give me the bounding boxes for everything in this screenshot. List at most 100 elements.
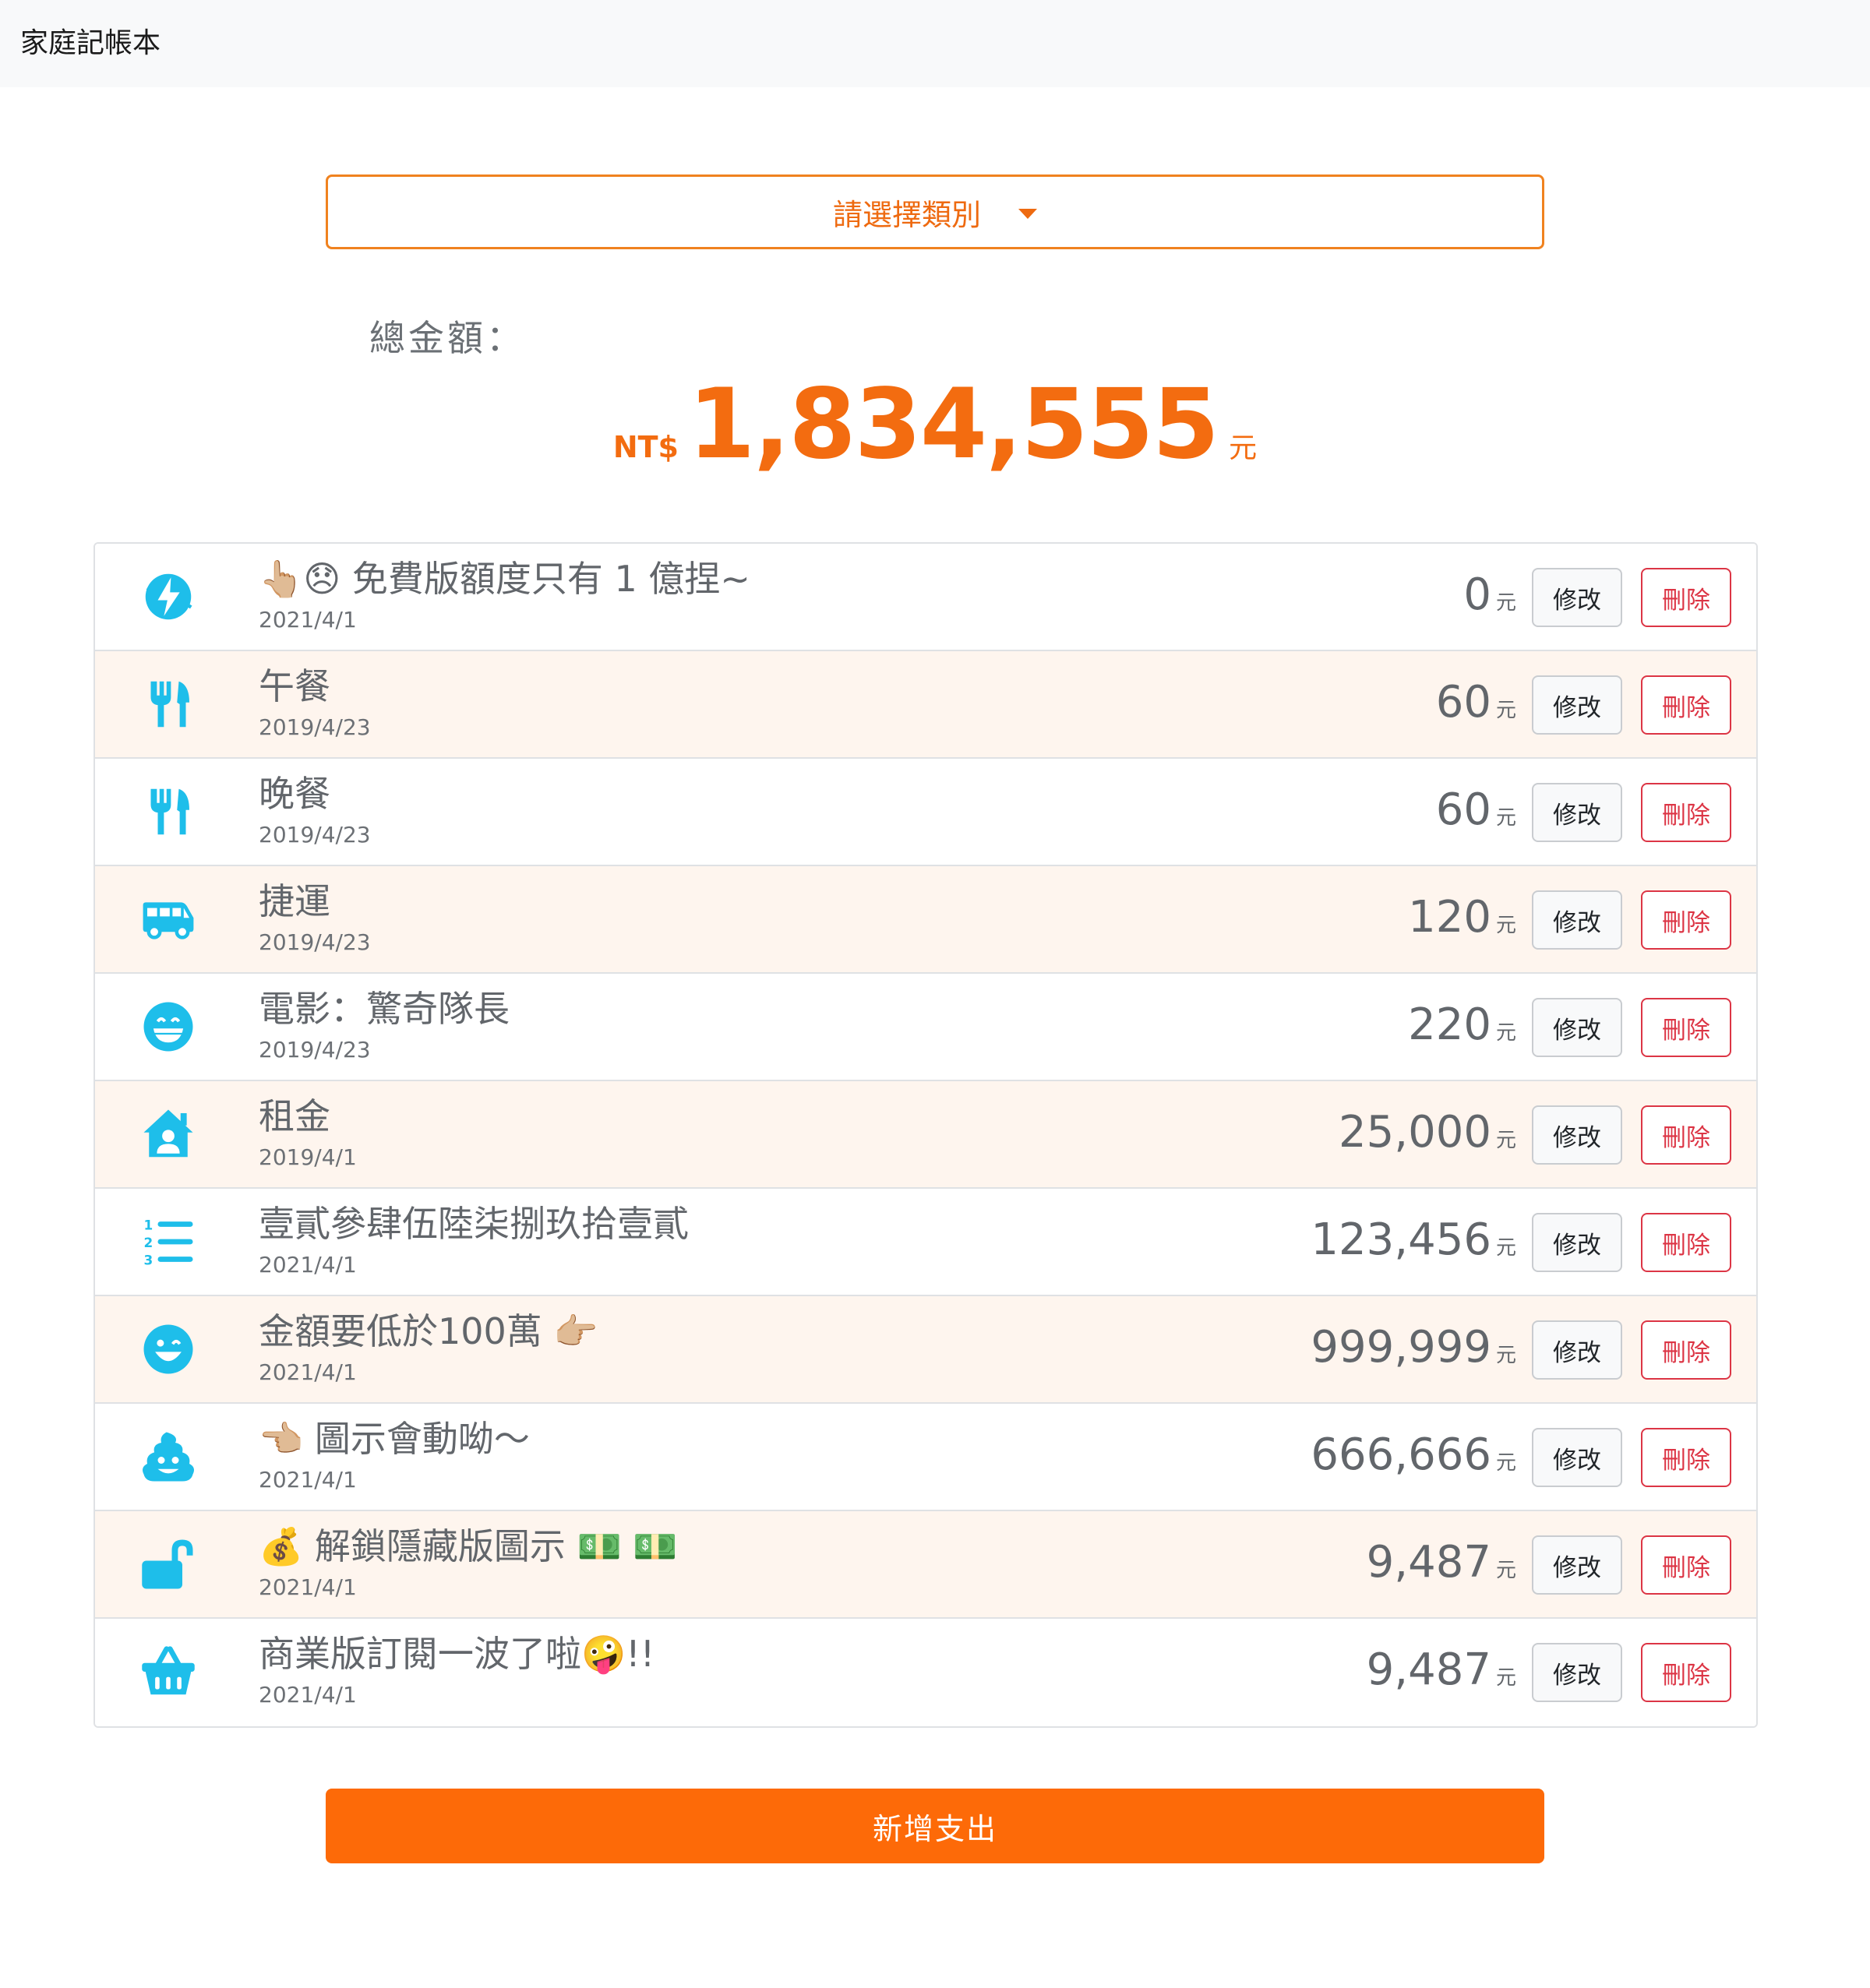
expense-date: 2019/4/23 bbox=[259, 714, 371, 740]
expense-row: 1 2 3 壹貳參肆伍陸柒捌玖拾壹貳 2021/4/1 123,456 元 修改 刪… bbox=[95, 1189, 1756, 1296]
expense-date: 2019/4/23 bbox=[259, 929, 371, 955]
edit-button[interactable]: 修改 bbox=[1532, 998, 1622, 1057]
smile-icon bbox=[139, 1320, 198, 1379]
expense-amount: 999,999 元 bbox=[1311, 1318, 1516, 1377]
delete-button[interactable]: 刪除 bbox=[1641, 1428, 1731, 1487]
expense-row: 👈🏼 圖示會動呦～ 2021/4/1 666,666 元 修改 刪除 bbox=[95, 1404, 1756, 1511]
expense-amount: 220 元 bbox=[1408, 996, 1516, 1055]
delete-button[interactable]: 刪除 bbox=[1641, 783, 1731, 842]
expense-title: 晚餐 bbox=[259, 773, 330, 815]
edit-button[interactable]: 修改 bbox=[1532, 1535, 1622, 1595]
expense-amount: 9,487 元 bbox=[1367, 1533, 1516, 1592]
expense-amount: 123,456 元 bbox=[1311, 1211, 1516, 1270]
edit-button[interactable]: 修改 bbox=[1532, 1428, 1622, 1487]
expense-amount-value: 9,487 bbox=[1366, 1537, 1491, 1588]
expense-date: 2021/4/1 bbox=[259, 1574, 357, 1600]
category-select[interactable]: 請選擇類別 bbox=[326, 174, 1544, 249]
expense-row: 晚餐 2019/4/23 60 元 修改 刪除 bbox=[95, 759, 1756, 866]
basket-icon bbox=[139, 1642, 198, 1701]
expense-amount: 666,666 元 bbox=[1311, 1426, 1516, 1485]
unlock-icon bbox=[139, 1535, 198, 1594]
svg-text:2: 2 bbox=[144, 1235, 153, 1250]
expense-title: 捷運 bbox=[259, 880, 330, 922]
expense-date: 2021/4/1 bbox=[259, 607, 357, 633]
expense-amount: 25,000 元 bbox=[1339, 1103, 1516, 1162]
expense-amount-unit: 元 bbox=[1495, 1666, 1516, 1690]
expense-row: 💰 解鎖隱藏版圖示 💵 💵 2021/4/1 9,487 元 修改 刪除 bbox=[95, 1511, 1756, 1619]
edit-button[interactable]: 修改 bbox=[1532, 890, 1622, 950]
bolt-icon bbox=[139, 567, 198, 626]
expense-row: 午餐 2019/4/23 60 元 修改 刪除 bbox=[95, 651, 1756, 759]
category-select-label: 請選擇類別 bbox=[832, 197, 981, 232]
total-currency: NT$ bbox=[612, 430, 679, 464]
expense-amount-unit: 元 bbox=[1495, 699, 1516, 722]
expense-title: 午餐 bbox=[259, 665, 330, 707]
add-expense-button[interactable]: 新增支出 bbox=[326, 1789, 1544, 1863]
expense-amount-unit: 元 bbox=[1495, 591, 1516, 615]
edit-button[interactable]: 修改 bbox=[1532, 1105, 1622, 1165]
expense-amount-unit: 元 bbox=[1495, 1559, 1516, 1582]
delete-button[interactable]: 刪除 bbox=[1641, 1213, 1731, 1272]
expense-amount-unit: 元 bbox=[1495, 914, 1516, 937]
expense-amount-unit: 元 bbox=[1495, 1021, 1516, 1045]
total-amount: NT$ 1,834,555 元 bbox=[0, 366, 1870, 483]
delete-button[interactable]: 刪除 bbox=[1641, 675, 1731, 735]
edit-button[interactable]: 修改 bbox=[1532, 568, 1622, 627]
expense-title: 👆🏼😞 免費版額度只有 1 億捏~ bbox=[259, 558, 750, 600]
expense-title: 金額要低於100萬 👉🏼 bbox=[259, 1310, 598, 1352]
edit-button[interactable]: 修改 bbox=[1532, 1643, 1622, 1702]
delete-button[interactable]: 刪除 bbox=[1641, 890, 1731, 950]
edit-button[interactable]: 修改 bbox=[1532, 675, 1622, 735]
expense-title: 👈🏼 圖示會動呦～ bbox=[259, 1418, 530, 1460]
caret-down-icon bbox=[1018, 208, 1037, 219]
delete-button[interactable]: 刪除 bbox=[1641, 1643, 1731, 1702]
expense-title: 💰 解鎖隱藏版圖示 💵 💵 bbox=[259, 1525, 678, 1567]
expense-amount-unit: 元 bbox=[1495, 1129, 1516, 1152]
expense-row: 金額要低於100萬 👉🏼 2021/4/1 999,999 元 修改 刪除 bbox=[95, 1296, 1756, 1404]
expense-row: 👆🏼😞 免費版額度只有 1 億捏~ 2021/4/1 0 元 修改 刪除 bbox=[95, 544, 1756, 651]
expense-row: 電影：驚奇隊長 2019/4/23 220 元 修改 刪除 bbox=[95, 974, 1756, 1081]
expense-title: 商業版訂閱一波了啦🤪!! bbox=[259, 1633, 655, 1675]
expense-date: 2019/4/1 bbox=[259, 1144, 357, 1170]
expense-title: 壹貳參肆伍陸柒捌玖拾壹貳 bbox=[259, 1203, 689, 1245]
expense-amount-value: 666,666 bbox=[1311, 1429, 1491, 1480]
edit-button[interactable]: 修改 bbox=[1532, 783, 1622, 842]
total-value: 1,834,555 bbox=[687, 368, 1219, 481]
edit-button[interactable]: 修改 bbox=[1532, 1213, 1622, 1272]
app-brand[interactable]: 家庭記帳本 bbox=[20, 23, 161, 64]
expense-amount: 0 元 bbox=[1463, 566, 1516, 625]
expense-row: 商業版訂閱一波了啦🤪!! 2021/4/1 9,487 元 修改 刪除 bbox=[95, 1619, 1756, 1726]
expense-amount-unit: 元 bbox=[1495, 1236, 1516, 1260]
expense-date: 2019/4/23 bbox=[259, 822, 371, 848]
expense-amount-value: 220 bbox=[1408, 999, 1491, 1050]
delete-button[interactable]: 刪除 bbox=[1641, 1105, 1731, 1165]
delete-button[interactable]: 刪除 bbox=[1641, 1535, 1731, 1595]
expense-amount-value: 123,456 bbox=[1311, 1214, 1491, 1265]
expense-amount: 60 元 bbox=[1436, 781, 1516, 840]
expense-row: 租金 2019/4/1 25,000 元 修改 刪除 bbox=[95, 1081, 1756, 1189]
expense-list: 👆🏼😞 免費版額度只有 1 億捏~ 2021/4/1 0 元 修改 刪除 午餐 … bbox=[94, 542, 1758, 1728]
expense-date: 2021/4/1 bbox=[259, 1682, 357, 1708]
delete-button[interactable]: 刪除 bbox=[1641, 1320, 1731, 1380]
grin-icon bbox=[139, 997, 198, 1056]
expense-date: 2021/4/1 bbox=[259, 1252, 357, 1278]
delete-button[interactable]: 刪除 bbox=[1641, 998, 1731, 1057]
expense-date: 2021/4/1 bbox=[259, 1359, 357, 1385]
edit-button[interactable]: 修改 bbox=[1532, 1320, 1622, 1380]
expense-date: 2019/4/23 bbox=[259, 1037, 371, 1063]
utensils-icon bbox=[139, 782, 198, 841]
expense-date: 2021/4/1 bbox=[259, 1467, 357, 1493]
expense-amount-value: 0 bbox=[1463, 569, 1491, 620]
expense-amount-value: 9,487 bbox=[1366, 1644, 1491, 1695]
expense-amount-unit: 元 bbox=[1495, 1344, 1516, 1367]
expense-amount: 60 元 bbox=[1436, 673, 1516, 732]
expense-amount: 120 元 bbox=[1408, 888, 1516, 947]
poop-icon bbox=[139, 1427, 198, 1486]
total-label: 總金額： bbox=[369, 317, 525, 359]
svg-text:1: 1 bbox=[144, 1217, 153, 1232]
total-unit: 元 bbox=[1229, 432, 1258, 464]
delete-button[interactable]: 刪除 bbox=[1641, 568, 1731, 627]
house-user-icon bbox=[139, 1105, 198, 1164]
expense-amount-value: 120 bbox=[1408, 892, 1491, 943]
expense-amount-unit: 元 bbox=[1495, 806, 1516, 830]
